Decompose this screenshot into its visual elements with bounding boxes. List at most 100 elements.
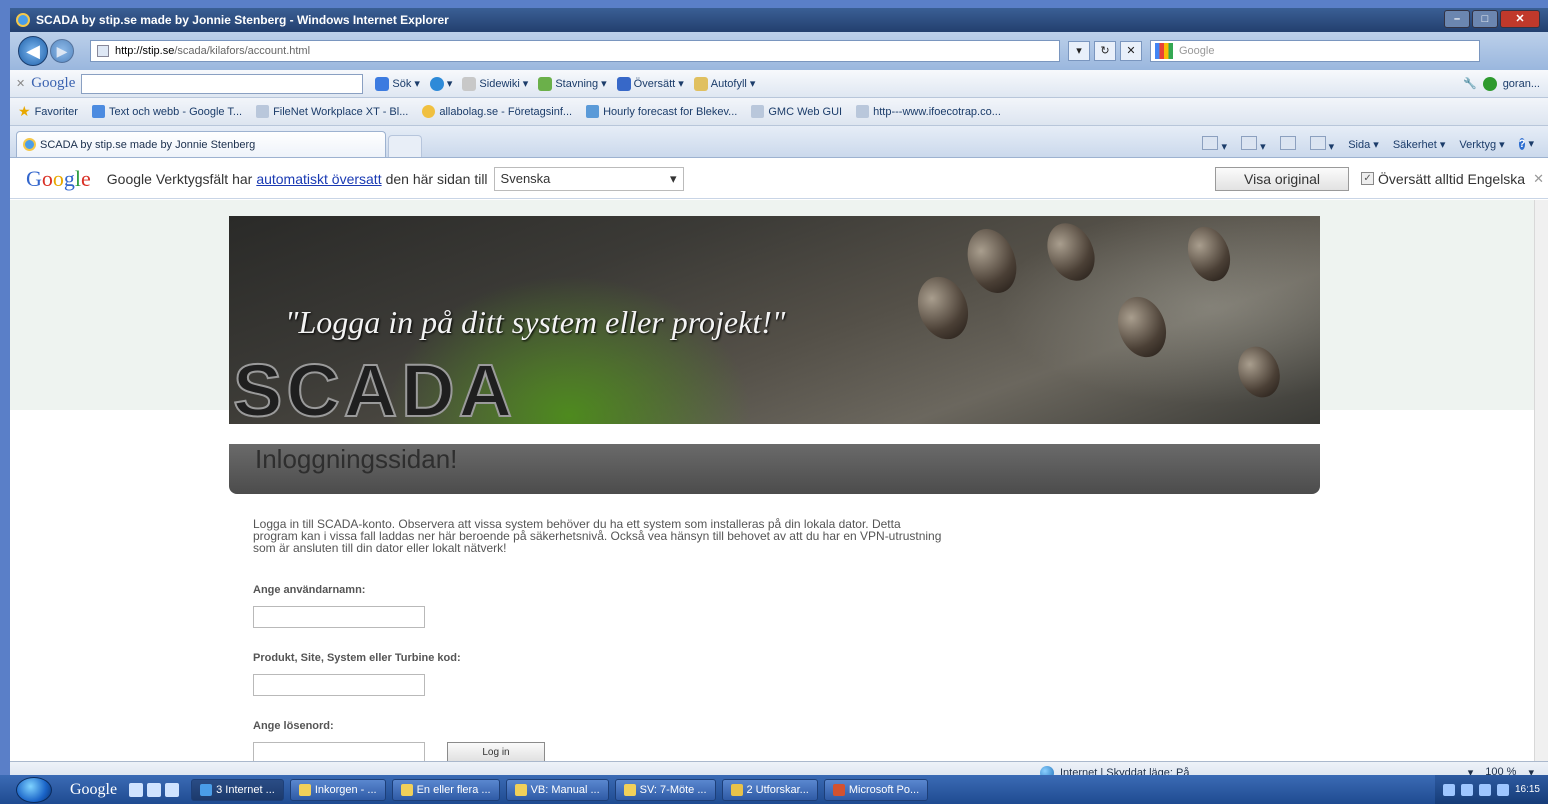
tray-icon[interactable] — [1442, 783, 1455, 796]
taskbar-item[interactable]: 3 Internet ... — [191, 778, 284, 801]
taskbar-item[interactable]: En eller flera ... — [391, 778, 500, 801]
search-input[interactable]: Google — [1150, 40, 1480, 62]
username-label: Ange användarnamn: — [253, 584, 366, 596]
toolbar-user-area: 🔧 goran... — [1463, 76, 1540, 91]
tab-row: SCADA by stip.se made by Jonnie Stenberg… — [10, 126, 1548, 158]
folder-icon[interactable] — [147, 782, 162, 797]
tab-active[interactable]: SCADA by stip.se made by Jonnie Stenberg — [16, 131, 386, 157]
rivet-image — [1180, 220, 1238, 288]
favorite-item[interactable]: FileNet Workplace XT - Bl... — [256, 105, 408, 118]
window-controls: – □ ✕ — [1444, 10, 1540, 28]
show-desktop-icon[interactable] — [129, 782, 144, 797]
spellcheck-icon — [538, 76, 553, 91]
favorites-bar: ★ Favoriter Text och webb - Google T... F… — [10, 98, 1548, 126]
home-button[interactable]: ▾ — [1202, 135, 1227, 153]
banner-quote: "Logga in på ditt system eller projekt!" — [285, 304, 786, 340]
close-translate-icon[interactable]: ✕ — [1533, 171, 1544, 187]
page-menu[interactable]: Sida ▾ — [1348, 138, 1379, 151]
feeds-button[interactable]: ▾ — [1241, 135, 1266, 153]
mail-button[interactable] — [1279, 135, 1296, 153]
taskbar-item[interactable]: SV: 7-Möte ... — [614, 778, 716, 801]
address-bar: ◀ ▶ http://stip.se /scada/kilafors/accou… — [10, 32, 1548, 70]
always-translate-label: Översätt alltid Engelska — [1378, 170, 1526, 187]
toolbar-spellcheck-button[interactable]: Stavning ▾ — [538, 76, 607, 91]
toolbar-nav-buttons[interactable]: ▾ — [429, 76, 452, 91]
tray-icon[interactable] — [1460, 783, 1473, 796]
taskbar-item[interactable]: Inkorgen - ... — [289, 778, 386, 801]
start-button[interactable] — [16, 776, 52, 803]
password-field[interactable] — [253, 742, 425, 761]
favicon-icon — [856, 105, 870, 118]
username-field[interactable] — [253, 606, 425, 628]
password-row: Log in — [253, 732, 953, 761]
search-icon — [375, 76, 390, 91]
favorite-item[interactable]: Hourly forecast for Blekev... — [586, 105, 737, 118]
page-header-bar: Inloggningssidan! — [229, 444, 1320, 494]
url-field[interactable]: http://stip.se /scada/kilafors/account.h… — [90, 40, 1060, 62]
language-select[interactable]: Svenska ▾ — [493, 166, 684, 191]
home-icon — [1202, 135, 1219, 150]
forward-button[interactable]: ▶ — [50, 39, 74, 63]
taskbar-item[interactable]: 2 Utforskar... — [721, 778, 818, 801]
compat-view-icon[interactable]: ▾ — [1068, 41, 1090, 61]
checkbox-icon: ✓ — [1361, 172, 1375, 185]
page-favicon-icon — [23, 138, 36, 151]
taskbar-item[interactable]: Microsoft Po... — [823, 778, 929, 801]
volume-icon[interactable] — [1496, 783, 1509, 796]
autofill-icon — [693, 76, 708, 91]
clock[interactable]: 16:15 — [1515, 784, 1540, 795]
folder-icon — [730, 783, 743, 796]
tab-label: SCADA by stip.se made by Jonnie Stenberg — [40, 138, 256, 151]
close-button[interactable]: ✕ — [1500, 10, 1540, 28]
close-toolbar-icon[interactable]: ✕ — [16, 77, 25, 90]
project-code-field[interactable] — [253, 674, 425, 696]
wrench-icon[interactable]: 🔧 — [1463, 77, 1477, 90]
favorite-item[interactable]: allabolag.se - Företagsinf... — [422, 105, 572, 118]
favorite-item[interactable]: http---www.ifoecotrap.co... — [856, 105, 1001, 118]
page-icon — [97, 45, 109, 57]
favicon-icon — [256, 105, 270, 118]
tools-menu[interactable]: Verktyg ▾ — [1459, 138, 1504, 151]
browser-window: SCADA by stip.se made by Jonnie Stenberg… — [10, 8, 1548, 804]
print-button[interactable]: ▾ — [1309, 135, 1334, 153]
help-button[interactable]: ? ▾ — [1518, 136, 1534, 152]
favicon-icon — [586, 105, 600, 118]
ie-icon — [16, 13, 30, 27]
translate-prefix: Google Verktygsfält har — [106, 170, 253, 187]
intro-text: Logga in till SCADA-konto. Observera att… — [253, 517, 942, 555]
translate-link[interactable]: automatiskt översatt — [256, 171, 381, 187]
favicon-icon — [91, 105, 105, 118]
show-original-button[interactable]: Visa original — [1215, 166, 1350, 191]
favicon-icon — [422, 105, 436, 118]
taskbar-google-search[interactable]: Google — [70, 781, 117, 799]
login-button[interactable]: Log in — [447, 742, 545, 761]
favorite-item[interactable]: Text och webb - Google T... — [91, 105, 242, 118]
stop-icon[interactable]: ✕ — [1120, 41, 1142, 61]
vertical-scrollbar[interactable] — [1534, 200, 1548, 761]
new-tab-button[interactable] — [388, 135, 422, 157]
network-icon[interactable] — [1478, 783, 1491, 796]
url-domain: http://stip.se — [115, 45, 175, 57]
toolbar-search-button[interactable]: Sök ▾ — [375, 76, 420, 91]
toolbar-autofill-button[interactable]: Autofyll ▾ — [693, 76, 755, 91]
toolbar-translate-button[interactable]: Översätt ▾ — [616, 76, 684, 91]
maximize-button[interactable]: □ — [1472, 10, 1498, 28]
ie-launch-icon[interactable] — [165, 782, 180, 797]
favorite-item[interactable]: GMC Web GUI — [751, 105, 842, 118]
favorites-button[interactable]: ★ Favoriter — [18, 103, 78, 120]
safety-menu[interactable]: Säkerhet ▾ — [1393, 138, 1446, 151]
taskbar-item[interactable]: VB: Manual ... — [505, 778, 609, 801]
rivet-image — [1109, 290, 1175, 364]
user-name[interactable]: goran... — [1503, 78, 1540, 90]
mail-icon — [514, 783, 527, 796]
printer-icon — [1309, 135, 1326, 150]
refresh-icon[interactable]: ↻ — [1094, 41, 1116, 61]
hero-banner: "Logga in på ditt system eller projekt!"… — [229, 216, 1320, 424]
always-translate-checkbox[interactable]: ✓ Översätt alltid Engelska — [1361, 171, 1525, 187]
google-toolbar-search[interactable] — [81, 73, 364, 94]
banner-logo: SCADA — [232, 349, 517, 425]
toolbar-sidewiki-button[interactable]: Sidewiki ▾ — [462, 76, 528, 91]
outlook-icon — [298, 783, 311, 796]
back-button[interactable]: ◀ — [18, 36, 48, 66]
minimize-button[interactable]: – — [1444, 10, 1470, 28]
